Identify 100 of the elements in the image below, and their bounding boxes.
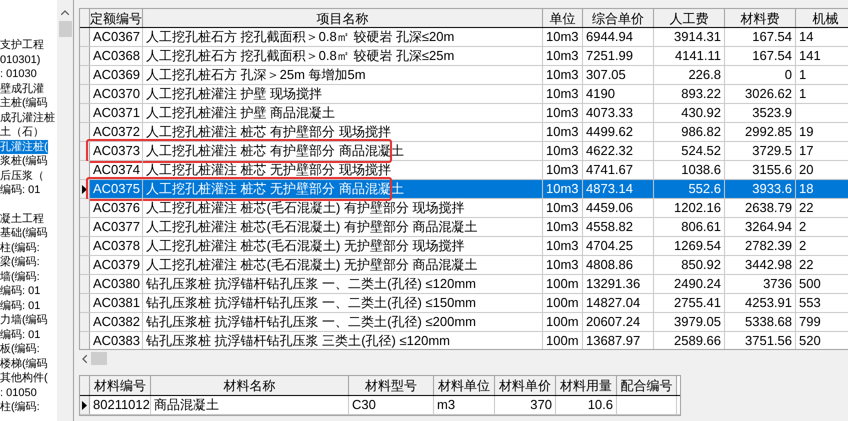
table-cell: 人工挖孔桩石方 挖孔截面积＞0.8㎡ 较硬岩 孔深≤25m [143,47,543,65]
tree-item[interactable]: 支护工程 [0,38,44,52]
tree-item[interactable]: 其他构件( [0,371,48,386]
column-header[interactable]: 人工费 [654,9,725,27]
table-cell: 500 [796,275,848,293]
table-cell: 20607.24 [583,313,654,331]
column-header[interactable]: 单位 [543,9,583,27]
tree-item[interactable]: 孔灌注桩( [0,140,48,154]
table-cell: 2782.39 [725,237,796,255]
tree-item[interactable]: 010301) [0,52,40,67]
tree-item[interactable]: 成孔灌注桩 [0,110,55,125]
table-cell: 4873.14 [583,180,654,198]
table-cell: 人工挖孔桩灌注 桩芯 有护壁部分 商品混凝土 [143,142,543,160]
table-cell: 799 [796,313,848,331]
column-header[interactable]: 机械 [796,9,848,27]
table-cell: 4622.32 [583,142,654,160]
tree-item[interactable]: 柱(编码: [0,240,40,255]
tree-item[interactable]: 后压浆（ [0,168,44,183]
table-cell: 100m [543,313,583,331]
tree-item[interactable]: : 01030 [0,67,37,82]
table-cell: 2 [796,237,848,255]
table-cell: 10m3 [543,142,583,160]
table-cell: 5338.68 [725,313,796,331]
column-header[interactable]: 材料编号 [90,376,151,395]
tree-item[interactable]: 基础(编码 [0,226,48,240]
table-cell: 2992.85 [725,123,796,141]
table-cell: 人工挖孔桩灌注 桩芯 有护壁部分 现场搅拌 [143,123,543,141]
table-cell: 1269.54 [654,237,725,255]
column-header[interactable]: 配合编号 [617,376,677,395]
tree-item[interactable]: 墙(编码: [0,270,40,284]
table-cell: 7251.99 [583,47,654,65]
tree-item[interactable]: : 01050 [0,386,37,400]
tree-item[interactable]: 土（石） [0,125,44,140]
tree-item[interactable]: 浆桩(编码 [0,154,48,168]
table-cell: 3914.31 [654,28,725,46]
table-cell: 430.92 [654,104,725,122]
tree-item[interactable]: 力墙(编码 [0,313,48,328]
table-cell: 3933.6 [725,180,796,198]
column-header[interactable]: 材料单价 [495,376,556,395]
tree-item[interactable]: 主桩(编码 [0,96,48,110]
column-header[interactable]: 材料用量 [556,376,617,395]
tree-item[interactable]: 柱(编码: [0,400,40,414]
column-header[interactable]: 材料费 [725,9,796,27]
table-cell: 10m3 [543,180,583,198]
table-cell: 4558.82 [583,218,654,236]
table-cell: 3729.5 [725,142,796,160]
scrollbar-thumb[interactable] [91,352,107,365]
tree-item[interactable]: 板(编码: [0,342,40,356]
table-cell: 0 [725,66,796,84]
table-cell: 钻孔压浆桩 抗浮锚杆钻孔压浆 一、二类土(孔径) ≤200mm [143,313,543,331]
table-cell: 2638.79 [725,199,796,217]
tree-item[interactable]: 编码: 01 [0,183,40,198]
table-cell: AC0374 [90,161,143,179]
table-cell: AC0373 [90,142,143,160]
table-cell: 人工挖孔桩灌注 护壁 现场搅拌 [143,85,543,103]
table-cell: AC0370 [90,85,143,103]
table-cell: 553 [796,294,848,312]
table-cell: 141 [796,47,848,65]
tree-item[interactable]: 编码: 01 [0,284,40,298]
tree-item[interactable]: 编码: 01 [0,298,40,313]
table-cell: 10m3 [543,28,583,46]
table-cell: 18 [796,180,848,198]
column-header[interactable]: 项目名称 [143,9,543,27]
table-cell: 10m3 [543,123,583,141]
table-cell: 10m3 [543,161,583,179]
table-cell: 人工挖孔桩灌注 桩芯(毛石混凝土) 有护壁部分 现场搅拌 [143,199,543,217]
scrollbar-thumb[interactable] [58,21,72,37]
tree-item[interactable]: 编码: 01 [0,328,40,342]
column-header[interactable]: 材料型号 [349,376,434,395]
tree-item[interactable]: 凝土工程 [0,212,44,226]
table-cell: AC0375 [90,180,143,198]
table-cell: AC0382 [90,313,143,331]
table-cell: 10m3 [543,199,583,217]
scroll-left-icon[interactable] [82,354,87,362]
table-cell: 850.92 [654,256,725,274]
table-cell: 10m3 [543,66,583,84]
current-row-icon [82,184,87,194]
table-cell: 167.54 [725,28,796,46]
table-cell: 人工挖孔桩灌注 桩芯 无护壁部分 商品混凝土 [143,180,543,198]
table-cell: AC0376 [90,199,143,217]
column-header[interactable]: 综合单价 [583,9,654,27]
column-header[interactable]: 材料单位 [434,376,495,395]
table-cell: 22 [796,256,848,274]
table-cell: 370 [495,396,556,414]
table-cell: AC0379 [90,256,143,274]
tree-item[interactable]: 楼梯(编码 [0,356,48,371]
table-cell: 2490.24 [654,275,725,293]
table-cell: 226.8 [654,66,725,84]
table-cell: AC0368 [90,47,143,65]
column-header[interactable]: 定额编号 [90,9,143,27]
table-cell: 人工挖孔桩灌注 桩芯(毛石混凝土) 无护壁部分 商品混凝土 [143,256,543,274]
column-header[interactable]: 材料名称 [151,376,349,395]
scroll-up-icon[interactable] [61,10,70,15]
tree-item[interactable]: 壁成孔灌 [0,82,44,96]
tree-item[interactable]: 梁(编码: [0,255,40,270]
table-cell: 1038.6 [654,161,725,179]
table-cell: 4253.91 [725,294,796,312]
table-cell: AC0378 [90,237,143,255]
table-cell: 14827.04 [583,294,654,312]
row-indicator[interactable] [80,396,90,414]
